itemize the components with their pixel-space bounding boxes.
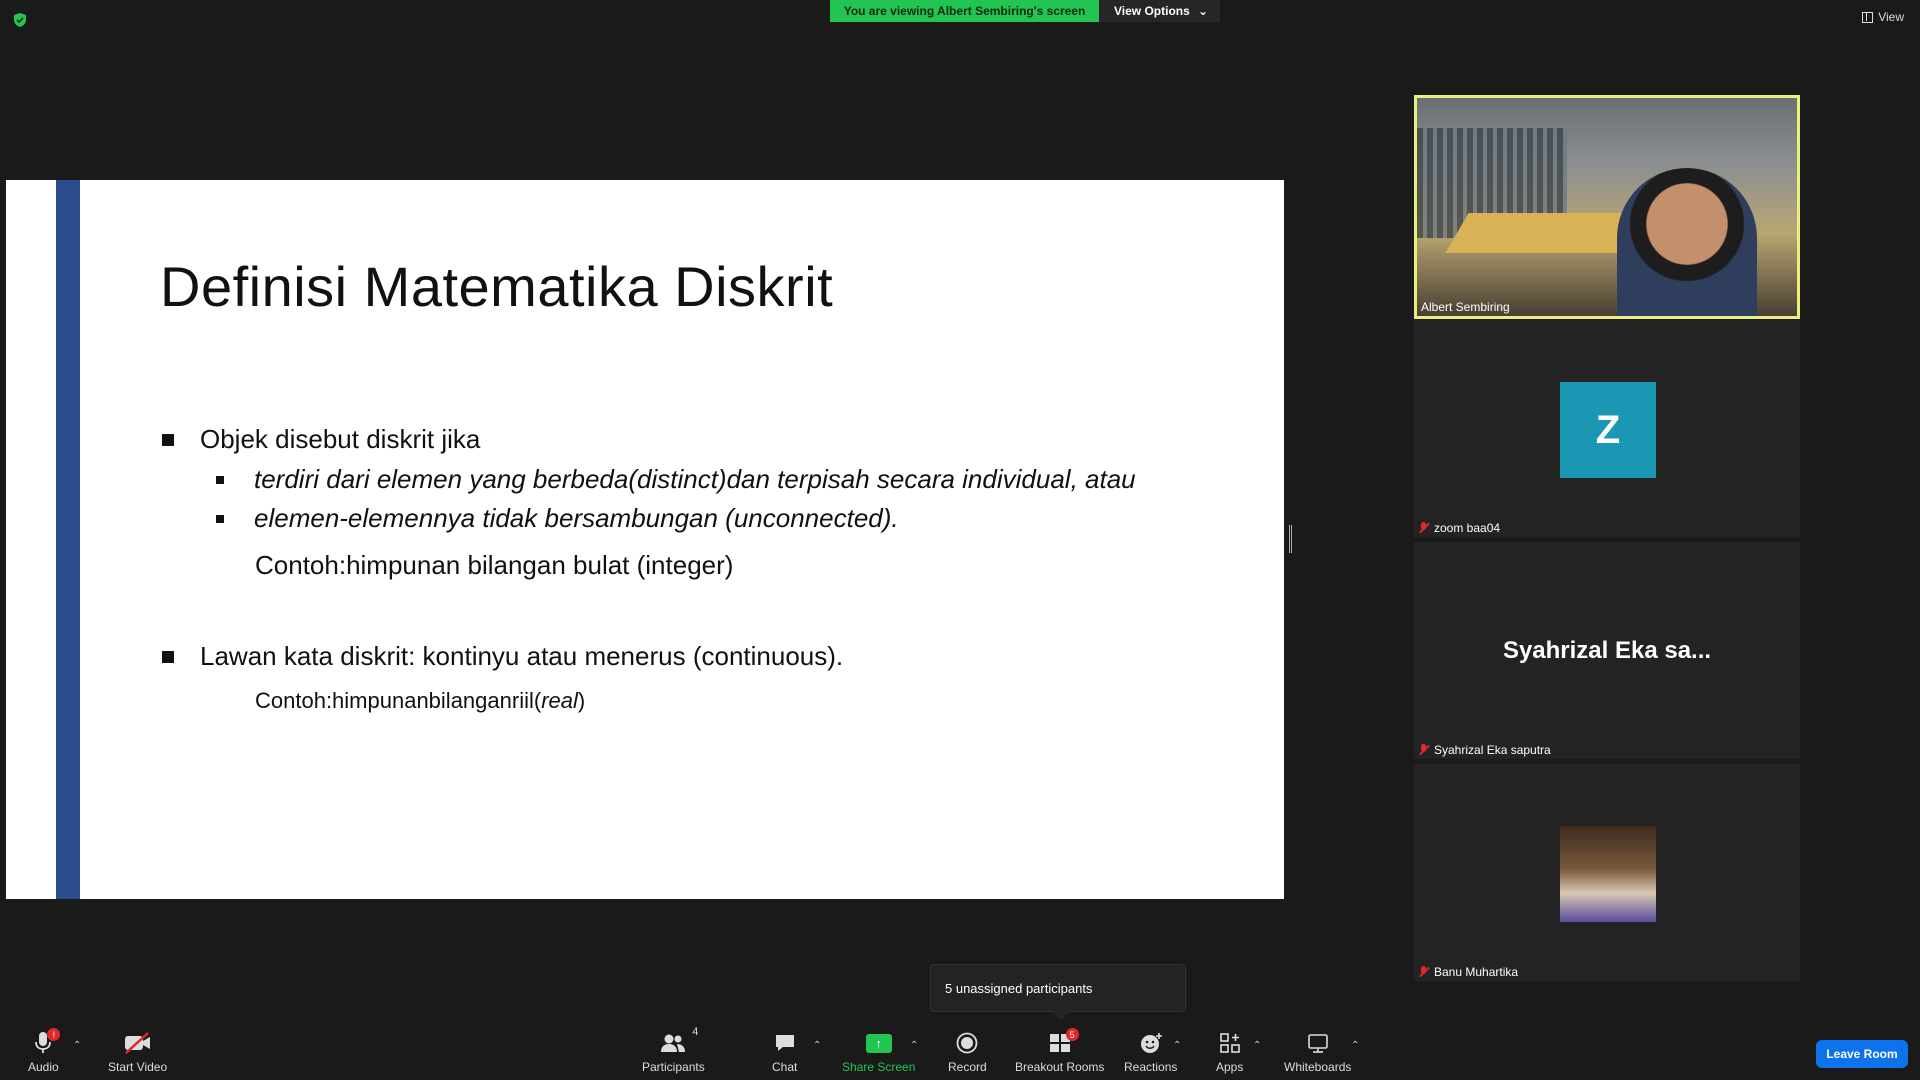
share-screen-button[interactable]: ↑ Share Screen xyxy=(842,1030,915,1074)
example-italic: real xyxy=(541,688,578,713)
bullet-square-icon xyxy=(162,433,174,446)
participants-icon xyxy=(661,1034,686,1052)
record-label: Record xyxy=(948,1060,987,1074)
chevron-up-icon[interactable]: ⌃ xyxy=(910,1040,920,1051)
meeting-toolbar: ! Audio ⌃ Start Video 4 Participants Cha… xyxy=(0,1020,1920,1080)
participant-name-tag: Syahrizal Eka saputra xyxy=(1418,743,1551,757)
start-video-label: Start Video xyxy=(108,1060,168,1074)
participant-name: zoom baa04 xyxy=(1434,521,1501,535)
reactions-label: Reactions xyxy=(1124,1060,1178,1074)
participant-name: Banu Muhartika xyxy=(1434,965,1519,979)
breakout-tooltip: 5 unassigned participants xyxy=(930,964,1186,1012)
participant-name: Albert Sembiring xyxy=(1421,300,1510,314)
chat-button[interactable]: Chat xyxy=(772,1030,797,1074)
bullet-square-icon xyxy=(216,475,224,484)
participant-tile-zoom-baa04[interactable]: Z zoom baa04 xyxy=(1414,320,1800,537)
view-button[interactable]: View xyxy=(1862,10,1904,24)
reactions-icon xyxy=(1140,1033,1162,1053)
chevron-up-icon[interactable]: ⌃ xyxy=(1173,1040,1183,1051)
avatar: Z xyxy=(1560,382,1656,478)
grid-view-icon xyxy=(1862,11,1874,23)
reactions-button[interactable]: Reactions xyxy=(1124,1030,1177,1074)
mute-icon xyxy=(1418,522,1430,534)
slide-bullet: Lawan kata diskrit: kontinyu atau meneru… xyxy=(162,641,843,672)
slide-bullet: Objek disebut diskrit jika xyxy=(162,424,480,455)
whiteboards-button[interactable]: Whiteboards xyxy=(1284,1030,1351,1074)
breakout-rooms-label: Breakout Rooms xyxy=(1015,1060,1105,1074)
slide-example: Contoh:himpunan bilangan bulat (integer) xyxy=(255,550,734,580)
chevron-up-icon[interactable]: ⌃ xyxy=(73,1040,83,1051)
bullet-square-icon xyxy=(216,514,224,523)
participants-label: Participants xyxy=(642,1060,705,1074)
audio-button[interactable]: ! Audio xyxy=(28,1028,61,1074)
slide-accent-bar xyxy=(56,180,80,899)
view-options-dropdown[interactable]: View Options ⌄ xyxy=(1099,0,1220,22)
sub-bullet-text: terdiri dari elemen yang berbeda(distinc… xyxy=(254,464,1136,494)
chat-label: Chat xyxy=(772,1060,798,1074)
shield-icon[interactable] xyxy=(12,12,28,28)
record-icon xyxy=(956,1032,978,1054)
slide-sub-bullet: terdiri dari elemen yang berbeda(distinc… xyxy=(216,464,1136,495)
chat-icon xyxy=(775,1035,794,1051)
breakout-rooms-button[interactable]: 5 Breakout Rooms xyxy=(1015,1028,1105,1074)
participant-video xyxy=(1417,98,1797,316)
participant-name-tag: Banu Muhartika xyxy=(1418,965,1518,979)
bullet-text: Objek disebut diskrit jika xyxy=(200,424,481,454)
avatar xyxy=(1560,826,1656,922)
shared-screen-slide: Definisi Matematika Diskrit Objek disebu… xyxy=(6,180,1284,899)
bullet-text: Lawan kata diskrit: kontinyu atau meneru… xyxy=(200,641,844,671)
chevron-up-icon[interactable]: ⌃ xyxy=(813,1040,823,1051)
bullet-square-icon xyxy=(162,650,174,663)
slide-title: Definisi Matematika Diskrit xyxy=(160,255,834,318)
record-button[interactable]: Record xyxy=(948,1030,987,1074)
breakout-rooms-badge: 5 xyxy=(1065,1028,1079,1041)
panel-resize-handle[interactable] xyxy=(1289,525,1292,553)
participants-count: 4 xyxy=(692,1026,699,1038)
viewing-screen-banner: You are viewing Albert Sembiring's scree… xyxy=(830,0,1099,22)
participant-tile-banu[interactable]: Banu Muhartika xyxy=(1414,764,1800,981)
whiteboards-label: Whiteboards xyxy=(1284,1060,1352,1074)
mute-icon xyxy=(1418,744,1430,756)
example-suffix: ) xyxy=(577,688,586,713)
view-label: View xyxy=(1878,10,1904,24)
audio-label: Audio xyxy=(28,1060,59,1074)
participants-button[interactable]: 4 Participants xyxy=(642,1026,705,1074)
mute-icon xyxy=(1418,966,1430,978)
video-off-icon xyxy=(124,1032,150,1054)
example-prefix: Contoh:himpunanbilanganriil( xyxy=(255,688,542,713)
participant-tile-syahrizal[interactable]: Syahrizal Eka sa... Syahrizal Eka saputr… xyxy=(1414,542,1800,759)
share-screen-label: Share Screen xyxy=(842,1060,916,1074)
slide-sub-bullet: elemen-elemennya tidak bersambungan (unc… xyxy=(216,503,899,534)
chevron-down-icon: ⌄ xyxy=(1197,4,1208,18)
audio-warning-badge: ! xyxy=(47,1028,61,1041)
whiteboard-icon xyxy=(1307,1034,1328,1053)
participant-tile-albert[interactable]: Albert Sembiring xyxy=(1414,95,1800,319)
apps-label: Apps xyxy=(1216,1060,1244,1074)
apps-button[interactable]: Apps xyxy=(1216,1030,1243,1074)
participant-name-tag: zoom baa04 xyxy=(1418,521,1500,535)
slide-example: Contoh:himpunanbilanganriil(real) xyxy=(255,688,585,714)
participant-display-name: Syahrizal Eka sa... xyxy=(1502,637,1712,664)
chevron-up-icon[interactable]: ⌃ xyxy=(1253,1040,1263,1051)
apps-icon xyxy=(1219,1033,1240,1053)
view-options-label: View Options xyxy=(1114,4,1190,18)
participant-name: Syahrizal Eka saputra xyxy=(1434,743,1551,757)
participant-name-tag: Albert Sembiring xyxy=(1421,300,1510,314)
start-video-button[interactable]: Start Video xyxy=(108,1030,167,1074)
chevron-up-icon[interactable]: ⌃ xyxy=(1351,1040,1361,1051)
leave-room-button[interactable]: Leave Room xyxy=(1816,1040,1908,1068)
sub-bullet-text: elemen-elemennya tidak bersambungan (unc… xyxy=(254,503,899,533)
share-screen-icon: ↑ xyxy=(865,1033,892,1053)
